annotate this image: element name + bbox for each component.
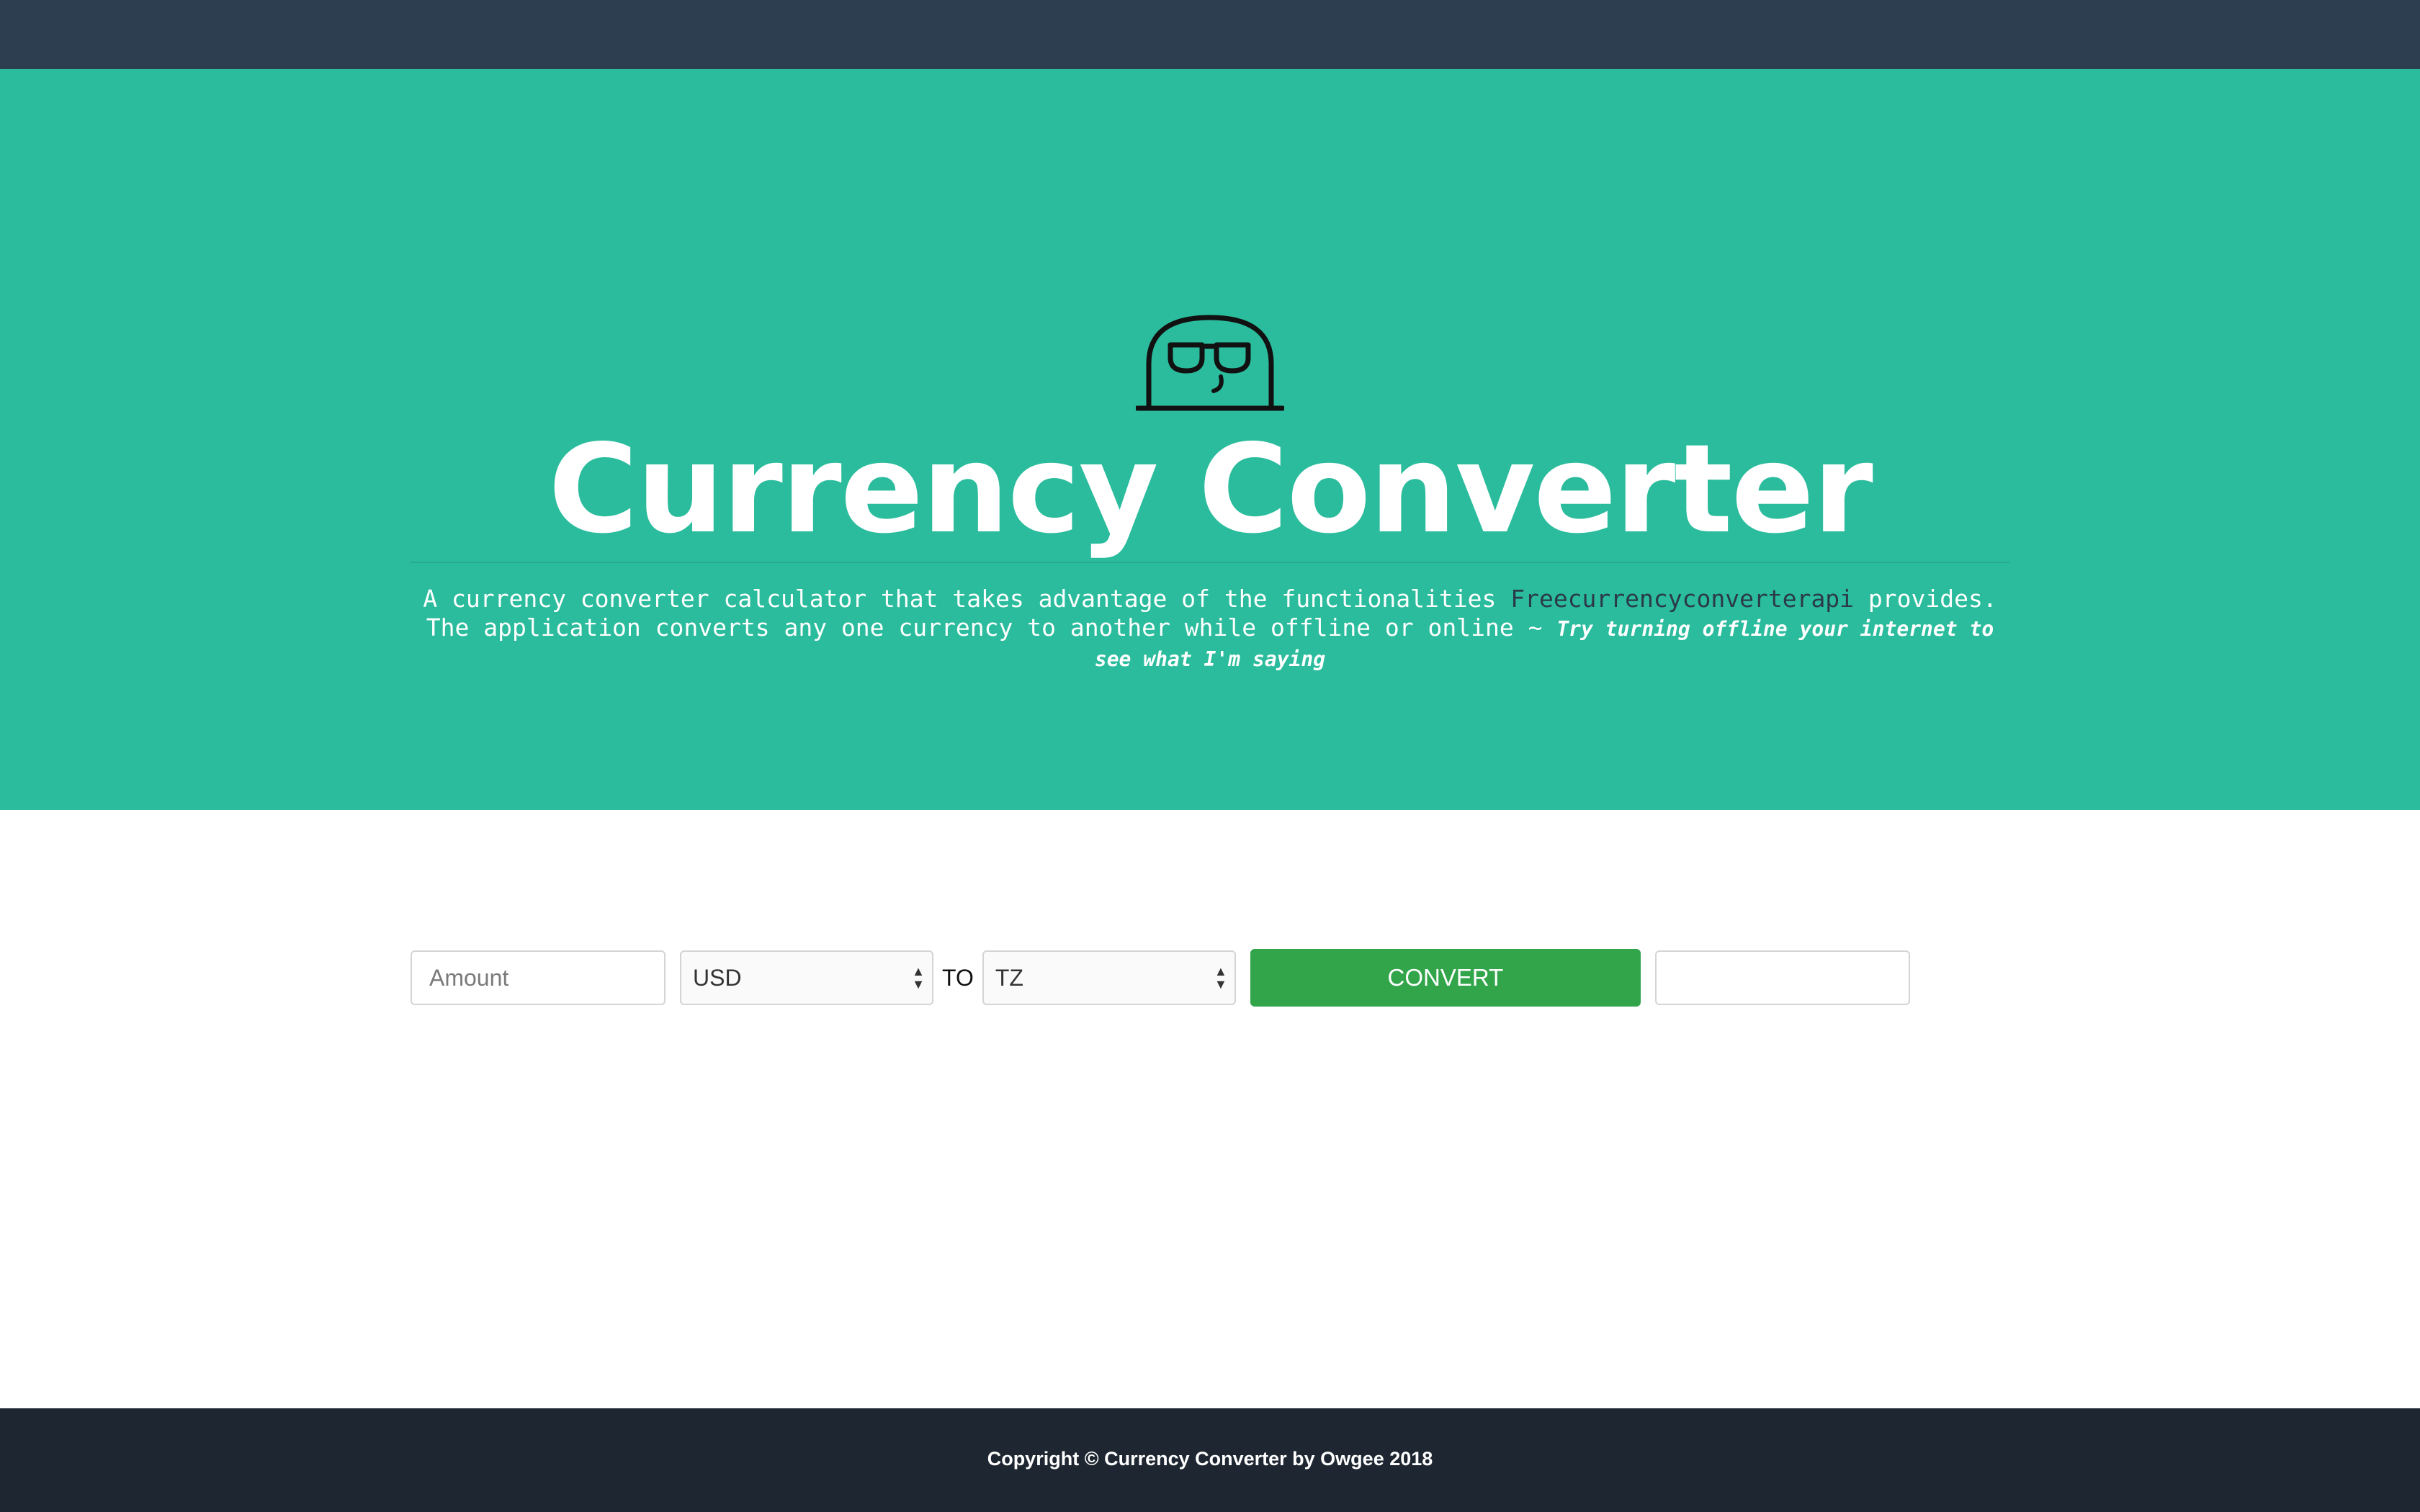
convert-button[interactable]: CONVERT	[1250, 949, 1641, 1007]
title-divider	[411, 562, 2009, 563]
top-navbar	[0, 0, 2420, 69]
to-currency-select[interactable]: TZ ▲ ▼	[982, 950, 1236, 1005]
description-text-start: A currency converter calculator that tak…	[423, 585, 1511, 613]
to-currency-value: TZ	[995, 964, 1023, 991]
api-name: Freecurrencyconverterapi	[1510, 585, 1855, 613]
select-arrows-icon: ▲ ▼	[1214, 964, 1227, 991]
from-currency-select[interactable]: USD ▲ ▼	[680, 950, 933, 1005]
select-arrows-icon: ▲ ▼	[912, 964, 925, 991]
from-currency-value: USD	[693, 964, 742, 991]
ghost-with-sunglasses-icon	[1136, 315, 1284, 411]
to-label: TO	[942, 964, 974, 991]
page-title: Currency Converter	[548, 418, 1873, 561]
footer-copyright: Copyright © Currency Converter by Owgee …	[987, 1448, 1433, 1470]
converter-form: Amount USD ▲ ▼ TO TZ ▲ ▼ CONVERT	[411, 949, 1910, 1007]
app-description: A currency converter calculator that tak…	[411, 585, 2009, 674]
amount-input[interactable]: Amount	[411, 950, 666, 1005]
result-field[interactable]	[1654, 950, 1910, 1005]
